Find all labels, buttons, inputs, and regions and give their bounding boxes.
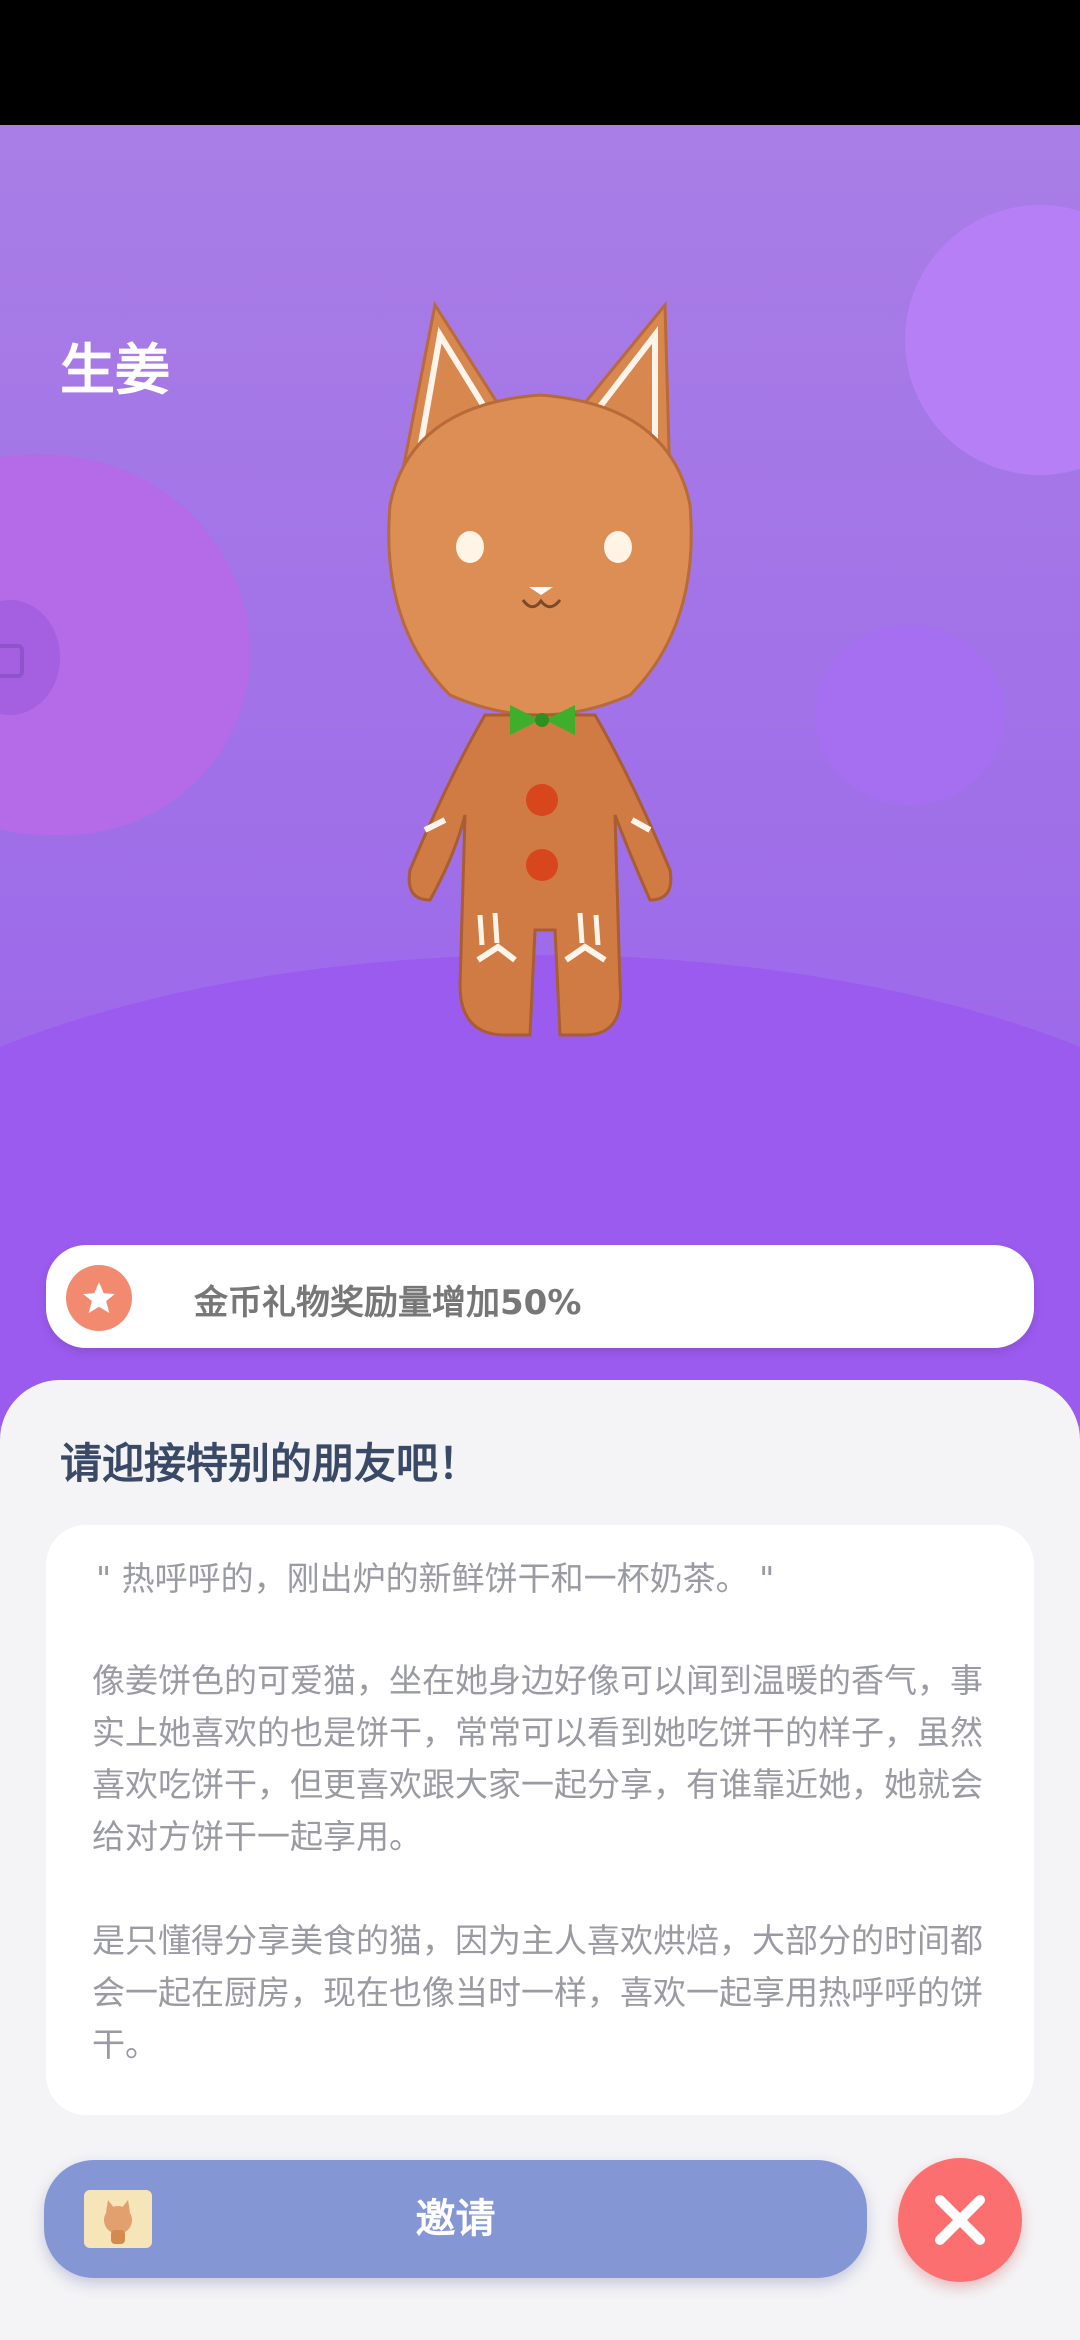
decor-bubble (815, 625, 1005, 805)
bonus-banner: 金币礼物奖励量增加50% (46, 1245, 1034, 1348)
close-button[interactable] (898, 2158, 1022, 2282)
bonus-text: 金币礼物奖励量增加50% (194, 1283, 582, 1323)
star-icon (66, 1265, 132, 1331)
pet-name: 生姜 (60, 338, 171, 402)
pet-showcase: 生姜 (0, 125, 1080, 1425)
description-card: " 热呼呼的，刚出炉的新鲜饼干和一杯奶茶。 " 像姜饼色的可爱猫，坐在她身边好像… (46, 1525, 1034, 2115)
decor-bubble (905, 205, 1080, 475)
invite-button[interactable]: 邀请 (44, 2160, 867, 2278)
close-icon (935, 2195, 985, 2245)
description-paragraph: 是只懂得分享美食的猫，因为主人喜欢烘焙，大部分的时间都会一起在厨房，现在也像当时… (92, 1921, 983, 2064)
gingerbread-cat-figure[interactable] (370, 295, 710, 1045)
status-bar (0, 0, 1080, 125)
invite-label: 邀请 (415, 2196, 496, 2242)
description-paragraph: 像姜饼色的可爱猫，坐在她身边好像可以闻到温暖的香气，事实上她喜欢的也是饼干，常常… (92, 1661, 983, 1856)
panel-title: 请迎接特别的朋友吧！ (60, 1439, 481, 1488)
pet-quote: " 热呼呼的，刚出炉的新鲜饼干和一杯奶茶。 " (96, 1559, 775, 1598)
